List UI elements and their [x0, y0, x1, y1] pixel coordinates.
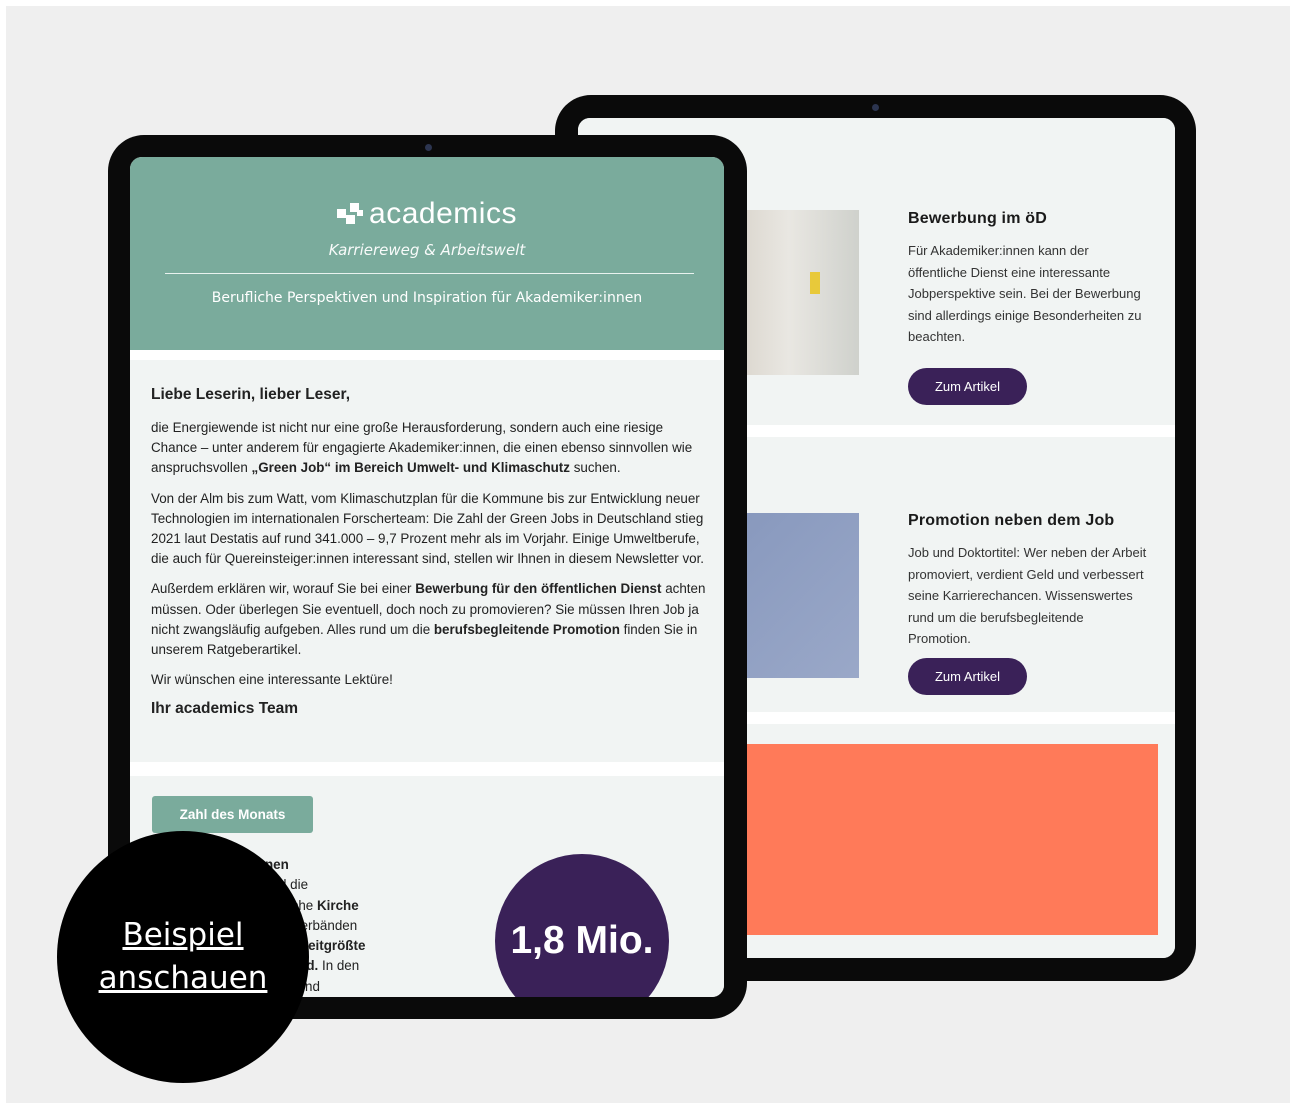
tagline: Karriereweg & Arbeitswelt	[328, 241, 526, 259]
academics-logo[interactable]: academics	[130, 197, 724, 231]
paragraph: Von der Alm bis zum Watt, vom Klimaschut…	[151, 490, 705, 567]
zahl-des-monats-button[interactable]: Zahl des Monats	[152, 796, 313, 833]
sign-icon	[810, 272, 820, 294]
article-teaser: Job und Doktortitel: Wer neben der Arbei…	[908, 545, 1147, 646]
cta-label-line1: Beispiel	[122, 917, 244, 953]
newsletter-header: academics Karriereweg & Arbeitswelt Beru…	[130, 157, 724, 350]
paragraph: die Energiewende ist nicht nur eine groß…	[151, 420, 693, 476]
camera-icon	[872, 104, 879, 111]
zahl-value-badge: 1,8 Mio.	[495, 854, 669, 997]
cta-label-line2: anschauen	[98, 960, 268, 996]
article-text-block: Promotion neben dem Job Job und Doktorti…	[908, 512, 1148, 650]
divider	[165, 273, 694, 274]
zum-artikel-button[interactable]: Zum Artikel	[908, 368, 1027, 405]
article-teaser: Für Akademiker:innen kann der öffentlich…	[908, 243, 1142, 344]
article-text-block: Bewerbung im öD Für Akademiker:innen kan…	[908, 210, 1148, 348]
logo-text: academics	[369, 197, 517, 230]
article-title: Bewerbung im öD	[908, 210, 1048, 227]
logo-icon	[337, 201, 365, 225]
beispiel-anschauen-button[interactable]: Beispiel anschauen	[57, 831, 309, 1083]
editorial-text: Liebe Leserin, lieber Leser, die Energie…	[151, 386, 711, 718]
signature: Ihr academics Team	[151, 700, 299, 718]
paragraph: Wir wünschen eine interessante Lektüre!	[151, 672, 393, 688]
camera-icon	[425, 144, 432, 151]
article-title: Promotion neben dem Job	[908, 512, 1115, 529]
header-subtitle: Berufliche Perspektiven und Inspiration …	[211, 290, 643, 306]
zum-artikel-button[interactable]: Zum Artikel	[908, 658, 1027, 695]
greeting: Liebe Leserin, lieber Leser,	[151, 386, 351, 403]
editorial-section: Liebe Leserin, lieber Leser, die Energie…	[130, 360, 724, 762]
paragraph: Außerdem erklären wir, worauf Sie bei ei…	[151, 581, 706, 658]
